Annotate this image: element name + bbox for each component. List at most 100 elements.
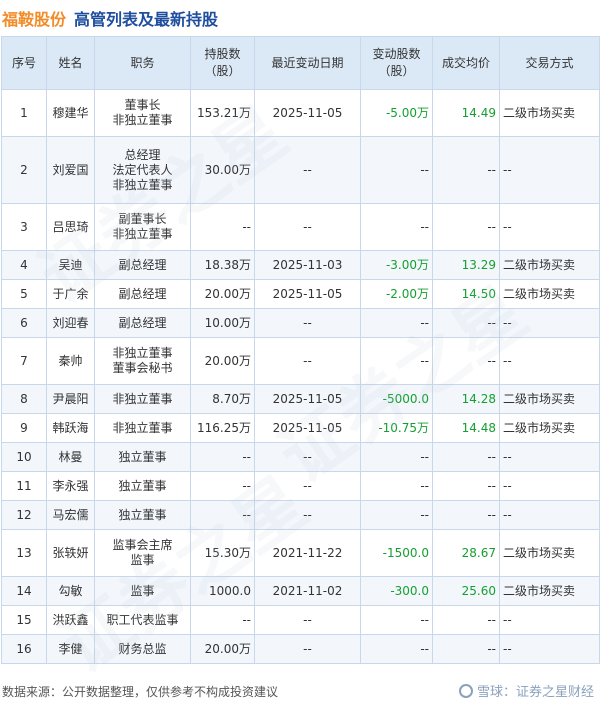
table-cell: 6 [1, 308, 47, 338]
table-cell: 二级市场买卖 [499, 384, 600, 414]
table-cell: 25.60 [432, 576, 500, 606]
table-row: 13 张轶妍 监事会主席 监事 15.30万 2021-11-22 -1500.0 28.67… [1, 529, 600, 577]
table-cell: -- [432, 605, 500, 635]
table-row: 11 李永强 独立董事 -- -- -- -- -- [1, 471, 600, 501]
table-cell: 2021-11-22 [254, 529, 361, 577]
table-cell: 洪跃鑫 [46, 605, 95, 635]
table-cell: -- [499, 337, 600, 385]
table-cell: 14 [1, 576, 47, 606]
table-cell: 3 [1, 203, 47, 251]
column-header: 持股数 （股） [190, 36, 255, 90]
table-row: 5 于广余 副总经理 20.00万 2025-11-05 -2.00万 14.50 二级市场买… [1, 279, 600, 309]
table-cell: 副总经理 [94, 250, 191, 280]
table-cell: 张轶妍 [46, 529, 95, 577]
table-row: 8 尹晨阳 非独立董事 8.70万 2025-11-05 -5000.0 14.28 二级市场… [1, 384, 600, 414]
table-cell: -- [432, 337, 500, 385]
table-cell: 非独立董事 [94, 384, 191, 414]
table-cell: -- [254, 605, 361, 635]
table-cell: 财务总监 [94, 634, 191, 664]
table-cell: -3.00万 [360, 250, 433, 280]
table-cell: 穆建华 [46, 89, 95, 137]
table-row: 9 韩跃海 非独立董事 116.25万 2025-11-05 -10.75万 14.48 二级… [1, 413, 600, 443]
table-cell: 非独立董事 [94, 413, 191, 443]
table-cell: -- [499, 634, 600, 664]
table-cell: -- [432, 634, 500, 664]
table-cell: 13.29 [432, 250, 500, 280]
table-row: 6 刘迎春 副总经理 10.00万 -- -- -- -- [1, 308, 600, 338]
table-cell: -- [254, 500, 361, 530]
table-cell: 14.49 [432, 89, 500, 137]
table-cell: -- [360, 203, 433, 251]
table-cell: -- [254, 634, 361, 664]
table-cell: 二级市场买卖 [499, 413, 600, 443]
table-cell: 15.30万 [190, 529, 255, 577]
brand-text: 雪球：证券之星财经 [476, 685, 594, 700]
table-cell: 14.28 [432, 384, 500, 414]
table-cell: -1500.0 [360, 529, 433, 577]
table-cell: 1000.0 [190, 576, 255, 606]
table-cell: -10.75万 [360, 413, 433, 443]
table-cell: -- [190, 471, 255, 501]
table-cell: 8 [1, 384, 47, 414]
table-cell: 30.00万 [190, 136, 255, 204]
table-cell: 于广余 [46, 279, 95, 309]
table-cell: 刘迎春 [46, 308, 95, 338]
table-cell: -- [190, 203, 255, 251]
table-cell: -- [254, 337, 361, 385]
table-cell: 董事长 非独立董事 [94, 89, 191, 137]
table-cell: -- [360, 442, 433, 472]
table-cell: 二级市场买卖 [499, 279, 600, 309]
table-cell: 12 [1, 500, 47, 530]
table-cell: 13 [1, 529, 47, 577]
snowball-icon [458, 683, 473, 698]
data-source-note: 数据来源：公开数据整理，仅供参考不构成投资建议 [2, 685, 279, 699]
table-cell: 2025-11-05 [254, 279, 361, 309]
table-cell: 20.00万 [190, 279, 255, 309]
table-cell: 20.00万 [190, 634, 255, 664]
table-cell: 二级市场买卖 [499, 576, 600, 606]
table-cell: 尹晨阳 [46, 384, 95, 414]
table-cell: 7 [1, 337, 47, 385]
table-cell: 独立董事 [94, 500, 191, 530]
table-row: 4 吴迪 副总经理 18.38万 2025-11-03 -3.00万 13.29 二级市场买卖 [1, 250, 600, 280]
table-cell: 职工代表监事 [94, 605, 191, 635]
table-cell: 11 [1, 471, 47, 501]
table-cell: 二级市场买卖 [499, 250, 600, 280]
column-header: 最近变动日期 [254, 36, 361, 90]
table-cell: -- [432, 500, 500, 530]
table-cell: -- [360, 605, 433, 635]
executive-table: 序号 姓名 职务 持股数 （股） 最近变动日期 变动股数 （股） 成交均价 交易方式 1 穆建华 董事… [1, 36, 600, 664]
table-cell: 2 [1, 136, 47, 204]
table-cell: 总经理 法定代表人 非独立董事 [94, 136, 191, 204]
table-cell: -- [432, 471, 500, 501]
table-cell: -- [190, 442, 255, 472]
table-cell: 116.25万 [190, 413, 255, 443]
table-cell: -- [499, 442, 600, 472]
table-title: 高管列表及最新持股 [74, 10, 219, 29]
table-cell: 9 [1, 413, 47, 443]
table-cell: 副总经理 [94, 308, 191, 338]
column-header: 序号 [1, 36, 47, 90]
page-header: 福鞍股份 高管列表及最新持股 [0, 0, 600, 36]
table-cell: 28.67 [432, 529, 500, 577]
table-cell: 2025-11-05 [254, 413, 361, 443]
table-cell: -- [254, 203, 361, 251]
table-cell: 独立董事 [94, 471, 191, 501]
table-cell: -- [499, 500, 600, 530]
table-cell: 监事会主席 监事 [94, 529, 191, 577]
table-cell: -- [254, 471, 361, 501]
table-cell: -- [432, 308, 500, 338]
table-row: 15 洪跃鑫 职工代表监事 -- -- -- -- -- [1, 605, 600, 635]
column-header: 交易方式 [499, 36, 600, 90]
table-cell: 秦帅 [46, 337, 95, 385]
table-cell: 16 [1, 634, 47, 664]
table-cell: 勾敏 [46, 576, 95, 606]
table-cell: -- [432, 136, 500, 204]
table-cell: 14.50 [432, 279, 500, 309]
table-header-row: 序号 姓名 职务 持股数 （股） 最近变动日期 变动股数 （股） 成交均价 交易方式 [1, 36, 600, 90]
table-cell: -- [499, 605, 600, 635]
table-cell: 二级市场买卖 [499, 529, 600, 577]
column-header: 职务 [94, 36, 191, 90]
table-cell: 非独立董事 董事会秘书 [94, 337, 191, 385]
table-cell: -- [360, 500, 433, 530]
